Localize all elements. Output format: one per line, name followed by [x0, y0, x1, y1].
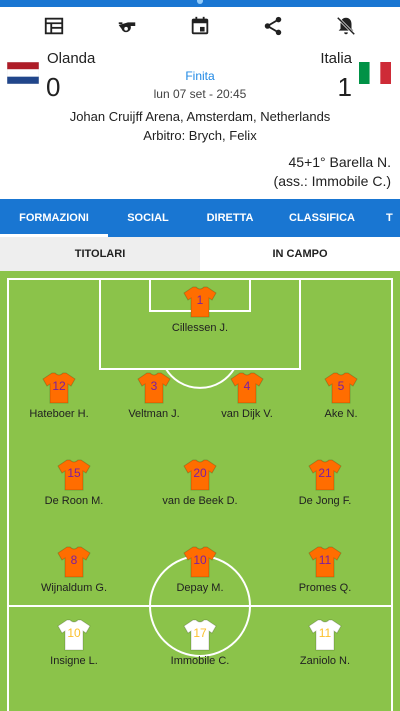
shirt-icon: 12 [41, 371, 77, 405]
shirt-number: 10 [67, 626, 81, 640]
football-pitch: 1 Cillessen J. 12 Hateboer H. 3 Veltman J. 4 va… [0, 271, 400, 711]
player-name: De Roon M. [44, 495, 104, 507]
match-referee: Arbitro: Brych, Felix [143, 128, 257, 143]
shirt-number: 4 [243, 379, 251, 393]
shirt-number: 3 [150, 379, 158, 393]
shirt-icon: 11 [307, 618, 343, 652]
shirt-icon: 11 [307, 545, 343, 579]
lineup-subtabs: TITOLARI IN CAMPO [0, 237, 400, 271]
shirt-icon: 1 [182, 285, 218, 319]
shirt-number: 21 [318, 466, 332, 480]
shirt-number: 11 [318, 553, 332, 567]
subtab-titolari[interactable]: TITOLARI [0, 237, 200, 271]
shirt-icon: 17 [182, 618, 218, 652]
tab-diretta[interactable]: DIRETTA [188, 199, 272, 237]
shirt-icon: 10 [56, 618, 92, 652]
shirt-number: 5 [337, 379, 345, 393]
player-name: Depay M. [176, 582, 224, 594]
home-player[interactable]: 5 Ake N. [286, 371, 396, 420]
player-name: Wijnaldum G. [40, 582, 108, 594]
player-name: Cillessen J. [171, 322, 229, 334]
shirt-number: 11 [318, 626, 332, 640]
tab-social[interactable]: SOCIAL [108, 199, 188, 237]
away-player[interactable]: 11 Zaniolo N. [270, 618, 380, 667]
shirt-icon: 3 [136, 371, 172, 405]
player-name: Immobile C. [170, 655, 230, 667]
bell-off-icon[interactable] [324, 8, 368, 44]
home-player[interactable]: 8 Wijnaldum G. [19, 545, 129, 594]
shirt-icon: 5 [323, 371, 359, 405]
shirt-icon: 15 [56, 458, 92, 492]
shirt-number: 15 [67, 466, 81, 480]
shirt-number: 1 [196, 293, 204, 307]
shirt-icon: 4 [229, 371, 265, 405]
home-player[interactable]: 15 De Roon M. [19, 458, 129, 507]
player-name: Hateboer H. [29, 408, 89, 420]
home-player[interactable]: 11 Promes Q. [270, 545, 380, 594]
shirt-number: 20 [193, 466, 207, 480]
home-player[interactable]: 1 Cillessen J. [145, 285, 255, 334]
shirt-number: 12 [52, 379, 66, 393]
match-status: Finita [185, 69, 215, 83]
whistle-icon[interactable] [105, 8, 149, 44]
home-player[interactable]: 20 van de Beek D. [145, 458, 255, 507]
tab-partial[interactable]: T [372, 199, 400, 237]
lineup-icon[interactable] [32, 8, 76, 44]
shirt-number: 10 [193, 553, 207, 567]
player-name: De Jong F. [298, 495, 352, 507]
player-name: Ake N. [324, 408, 358, 420]
home-player[interactable]: 12 Hateboer H. [4, 371, 114, 420]
share-icon[interactable] [251, 8, 295, 44]
match-tabs: FORMAZIONI SOCIAL DIRETTA CLASSIFICA T [0, 199, 400, 237]
home-player[interactable]: 21 De Jong F. [270, 458, 380, 507]
player-name: Zaniolo N. [299, 655, 351, 667]
match-date: lun 07 set - 20:45 [153, 87, 247, 101]
player-name: van de Beek D. [162, 495, 238, 507]
home-team-name[interactable]: Olanda [47, 50, 95, 67]
shirt-icon: 8 [56, 545, 92, 579]
shirt-icon: 10 [182, 545, 218, 579]
shirt-icon: 20 [182, 458, 218, 492]
subtab-in-campo[interactable]: IN CAMPO [200, 237, 400, 271]
away-player[interactable]: 10 Insigne L. [19, 618, 129, 667]
home-player[interactable]: 10 Depay M. [145, 545, 255, 594]
shirt-number: 8 [70, 553, 78, 567]
player-name: Promes Q. [298, 582, 352, 594]
shirt-icon: 21 [307, 458, 343, 492]
away-player[interactable]: 17 Immobile C. [145, 618, 255, 667]
tab-classifica[interactable]: CLASSIFICA [272, 199, 372, 237]
toolbar [0, 7, 400, 45]
goal-assist: (ass.: Immobile C.) [273, 173, 391, 189]
player-name: Insigne L. [50, 655, 98, 667]
goal-event: 45+1° Barella N. [288, 154, 392, 170]
shirt-number: 17 [193, 626, 207, 640]
tab-formazioni[interactable]: FORMAZIONI [0, 199, 108, 237]
match-venue: Johan Cruijff Arena, Amsterdam, Netherla… [69, 109, 331, 124]
away-team-name[interactable]: Italia [320, 50, 352, 67]
calendar-icon[interactable] [178, 8, 222, 44]
